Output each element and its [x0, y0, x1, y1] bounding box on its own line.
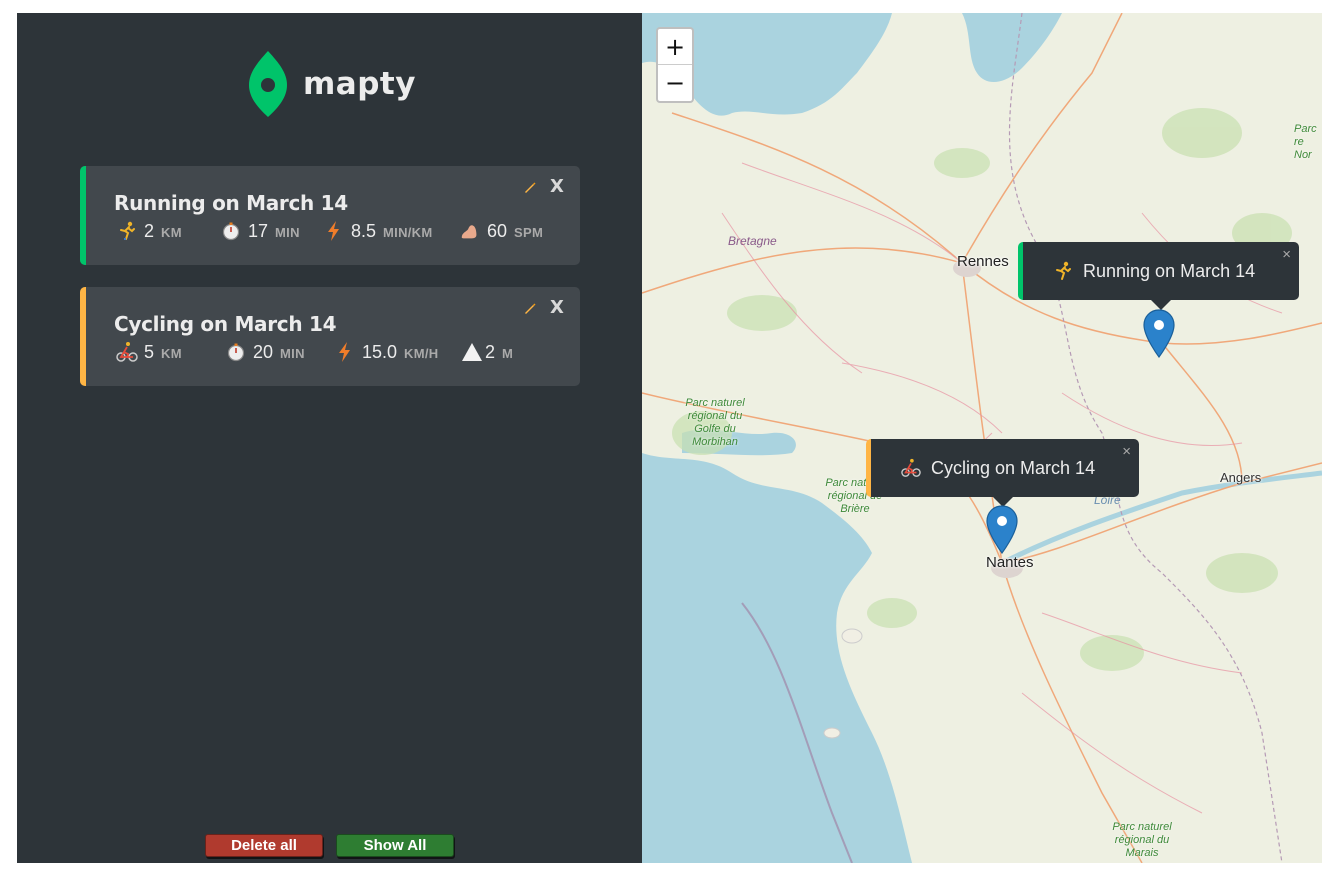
footprint-icon: [459, 220, 481, 242]
popup-text: Running on March 14: [1083, 260, 1256, 281]
lightning-icon: [334, 341, 356, 363]
elevation-detail: 2 m: [461, 339, 513, 365]
popup-close-button[interactable]: ×: [1282, 246, 1291, 263]
park-label-normandie: Parc re Nor: [1294, 123, 1317, 161]
workout-title: Cycling on March 14: [114, 312, 337, 336]
cycling-accent-bar: [80, 287, 86, 386]
mountain-icon: [461, 341, 483, 363]
duration-detail: 17 min: [220, 218, 300, 244]
stopwatch-icon: [225, 341, 247, 363]
distance-detail: 5 km: [116, 339, 182, 365]
app-name: mapty: [303, 66, 416, 102]
edit-pencil-icon[interactable]: [522, 300, 538, 316]
workout-title: Running on March 14: [114, 191, 348, 215]
cadence-unit: spm: [514, 224, 544, 240]
park-label-golfe: Parc naturel régional du Golfe du Morbih…: [685, 397, 745, 448]
place-label-angers: Angers: [1220, 470, 1262, 485]
pace-detail: 8.5 min/km: [323, 218, 433, 244]
cadence-detail: 60 spm: [459, 218, 543, 244]
running-person-icon: [1056, 261, 1071, 280]
workout-card-cycling[interactable]: Cycling on March 14 X 5 km 20 min: [80, 287, 580, 386]
region-label-bretagne: Bretagne: [728, 234, 777, 248]
delete-workout-button[interactable]: X: [550, 297, 564, 318]
place-label-nantes: Nantes: [986, 554, 1034, 571]
logo: mapty: [249, 51, 416, 117]
show-all-button[interactable]: Show All: [336, 834, 454, 857]
map-pin-logo-icon: [249, 51, 287, 117]
delete-workout-button[interactable]: X: [550, 176, 564, 197]
duration-unit: min: [275, 224, 300, 240]
zoom-out-button[interactable]: −: [658, 65, 692, 101]
map-popup-running[interactable]: Running on March 14 ×: [1018, 242, 1299, 310]
place-label-rennes: Rennes: [957, 253, 1009, 270]
zoom-in-button[interactable]: +: [658, 29, 692, 65]
workout-details: 5 km 20 min 15.0 km/h 2: [116, 339, 580, 365]
zoom-control: + −: [656, 27, 694, 103]
cyclist-icon: [116, 341, 138, 363]
lightning-icon: [323, 220, 345, 242]
speed-value: 15.0: [362, 341, 398, 362]
speed-detail: 15.0 km/h: [334, 339, 438, 365]
running-person-icon: [116, 220, 138, 242]
map-marker-icon[interactable]: [1143, 309, 1175, 359]
distance-value: 2: [144, 220, 155, 241]
workout-details: 2 km 17 min 8.5 min/km: [116, 218, 580, 244]
speed-unit: km/h: [404, 345, 439, 361]
duration-value: 20: [253, 341, 274, 362]
pace-unit: min/km: [383, 224, 433, 240]
edit-pencil-icon[interactable]: [522, 179, 538, 195]
cadence-value: 60: [487, 220, 508, 241]
action-buttons: Delete all Show All: [205, 834, 454, 857]
popup-close-button[interactable]: ×: [1122, 443, 1131, 460]
sidebar: mapty Running on March 14 X 2 km 17 m: [17, 13, 642, 863]
stopwatch-icon: [220, 220, 242, 242]
running-accent-bar: [80, 166, 86, 265]
popup-text: Cycling on March 14: [931, 457, 1096, 478]
cyclist-icon: [901, 458, 921, 477]
map-marker-icon[interactable]: [986, 505, 1018, 555]
duration-unit: min: [280, 345, 305, 361]
elevation-value: 2: [485, 341, 496, 362]
map[interactable]: Bretagne Rennes Nantes Angers Loire Parc…: [642, 13, 1322, 863]
pace-value: 8.5: [351, 220, 377, 241]
distance-value: 5: [144, 341, 155, 362]
workout-card-running[interactable]: Running on March 14 X 2 km 17 min: [80, 166, 580, 265]
duration-detail: 20 min: [225, 339, 305, 365]
distance-detail: 2 km: [116, 218, 182, 244]
map-popup-cycling[interactable]: Cycling on March 14 ×: [866, 439, 1139, 507]
delete-all-button[interactable]: Delete all: [205, 834, 323, 857]
elevation-unit: m: [502, 345, 514, 361]
distance-unit: km: [161, 224, 182, 240]
park-label-marais: Parc naturel régional du Marais: [1112, 821, 1172, 859]
duration-value: 17: [248, 220, 269, 241]
distance-unit: km: [161, 345, 182, 361]
